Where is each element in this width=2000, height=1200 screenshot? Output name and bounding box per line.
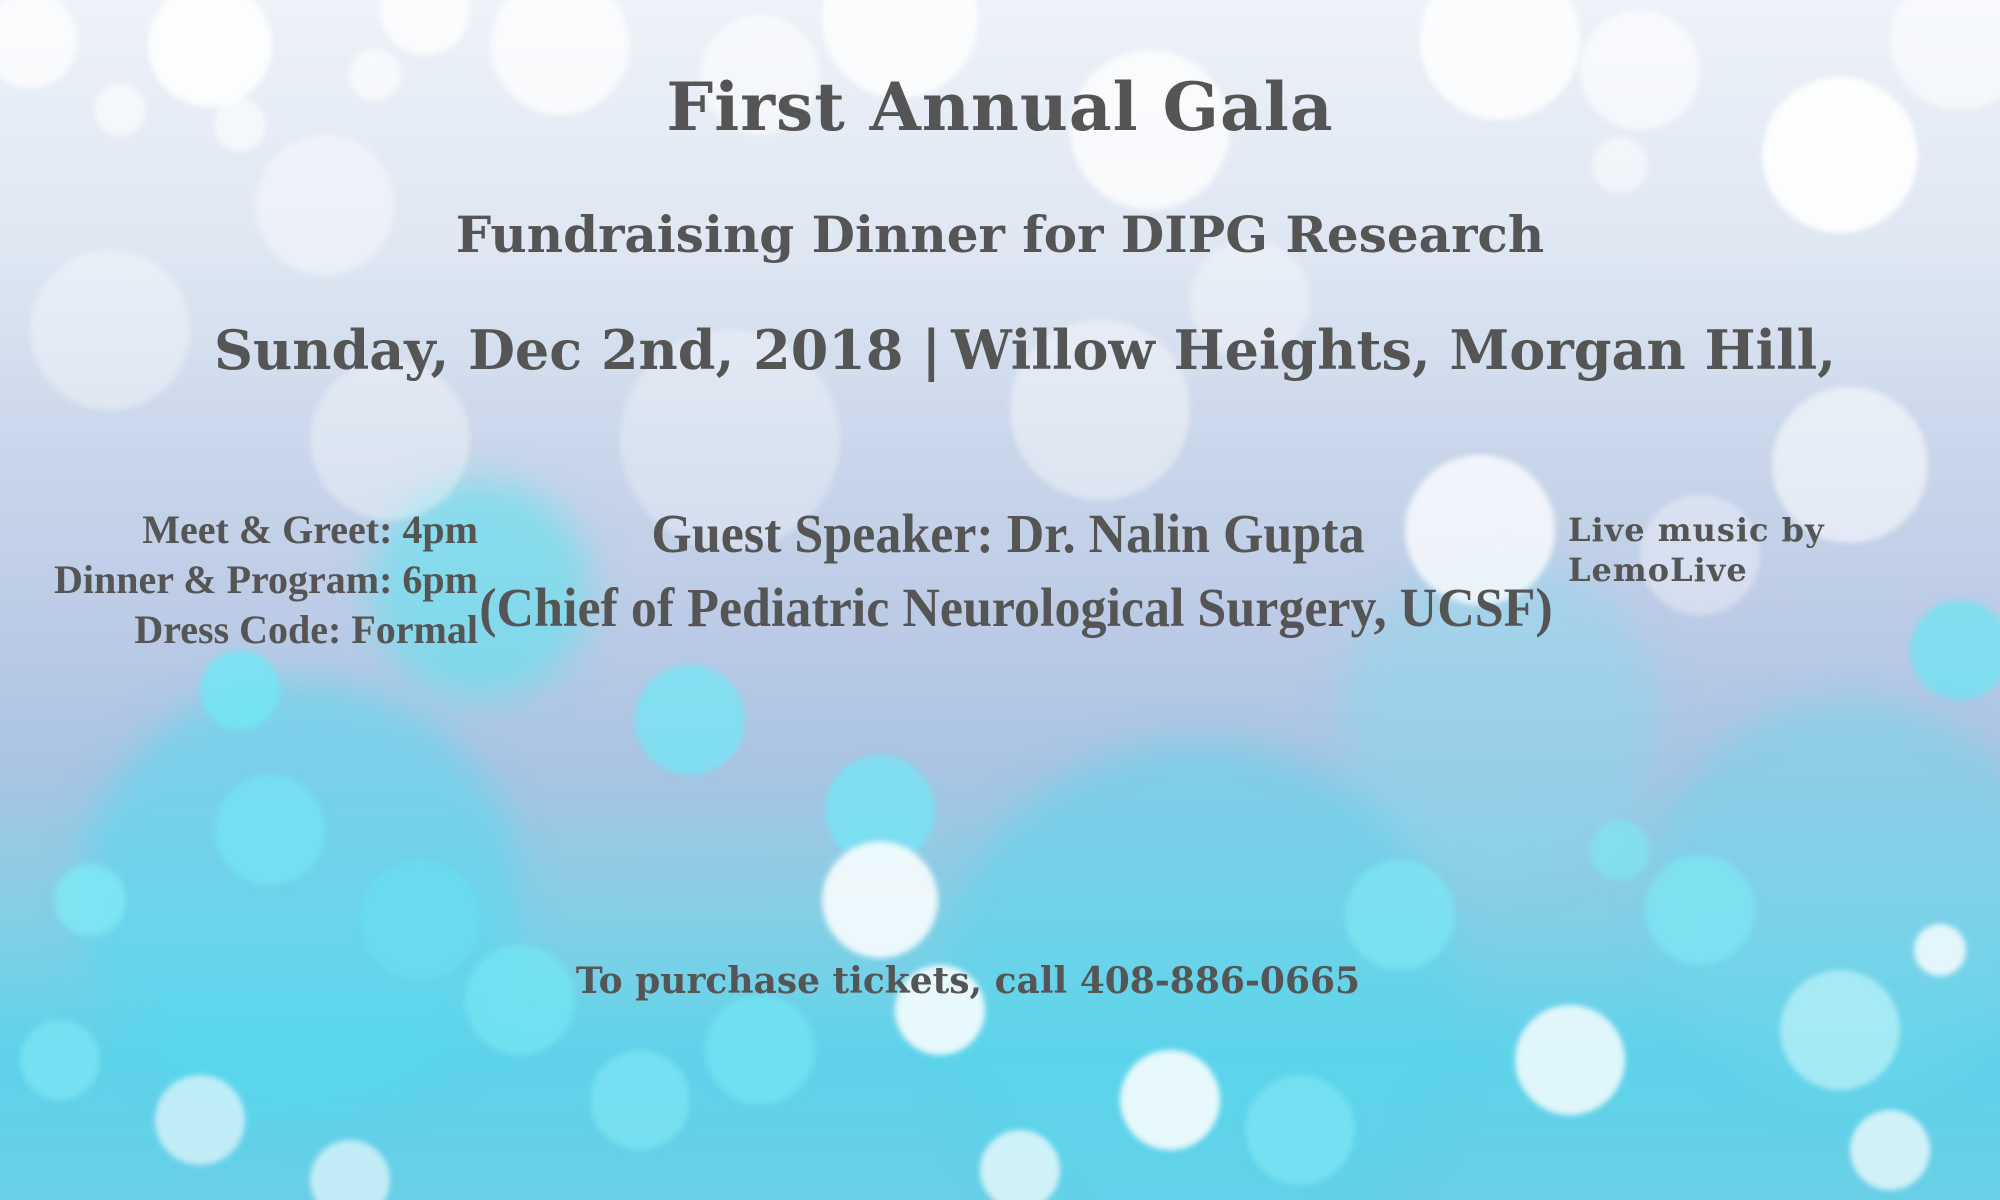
live-music-band: LemoLive bbox=[1568, 551, 1748, 589]
event-title: First Annual Gala bbox=[666, 68, 1334, 146]
event-date: Sunday, Dec 2nd, 2018 bbox=[214, 318, 904, 382]
event-subtitle: Fundraising Dinner for DIPG Research bbox=[455, 205, 1545, 264]
live-music-block: Live music by LemoLive bbox=[1568, 510, 1825, 590]
date-location-line: Sunday, Dec 2nd, 2018 | Willow Heights, Mo… bbox=[214, 318, 1836, 382]
gala-flyer: First Annual Gala Fundraising Dinner for… bbox=[0, 0, 2000, 1200]
ticket-purchase-info: To purchase tickets, call 408-886-0665 bbox=[575, 960, 1361, 1002]
live-music-label: Live music by bbox=[1568, 511, 1825, 549]
date-location-separator: | bbox=[921, 318, 942, 382]
event-location: Willow Heights, Morgan Hill, bbox=[951, 318, 1836, 382]
